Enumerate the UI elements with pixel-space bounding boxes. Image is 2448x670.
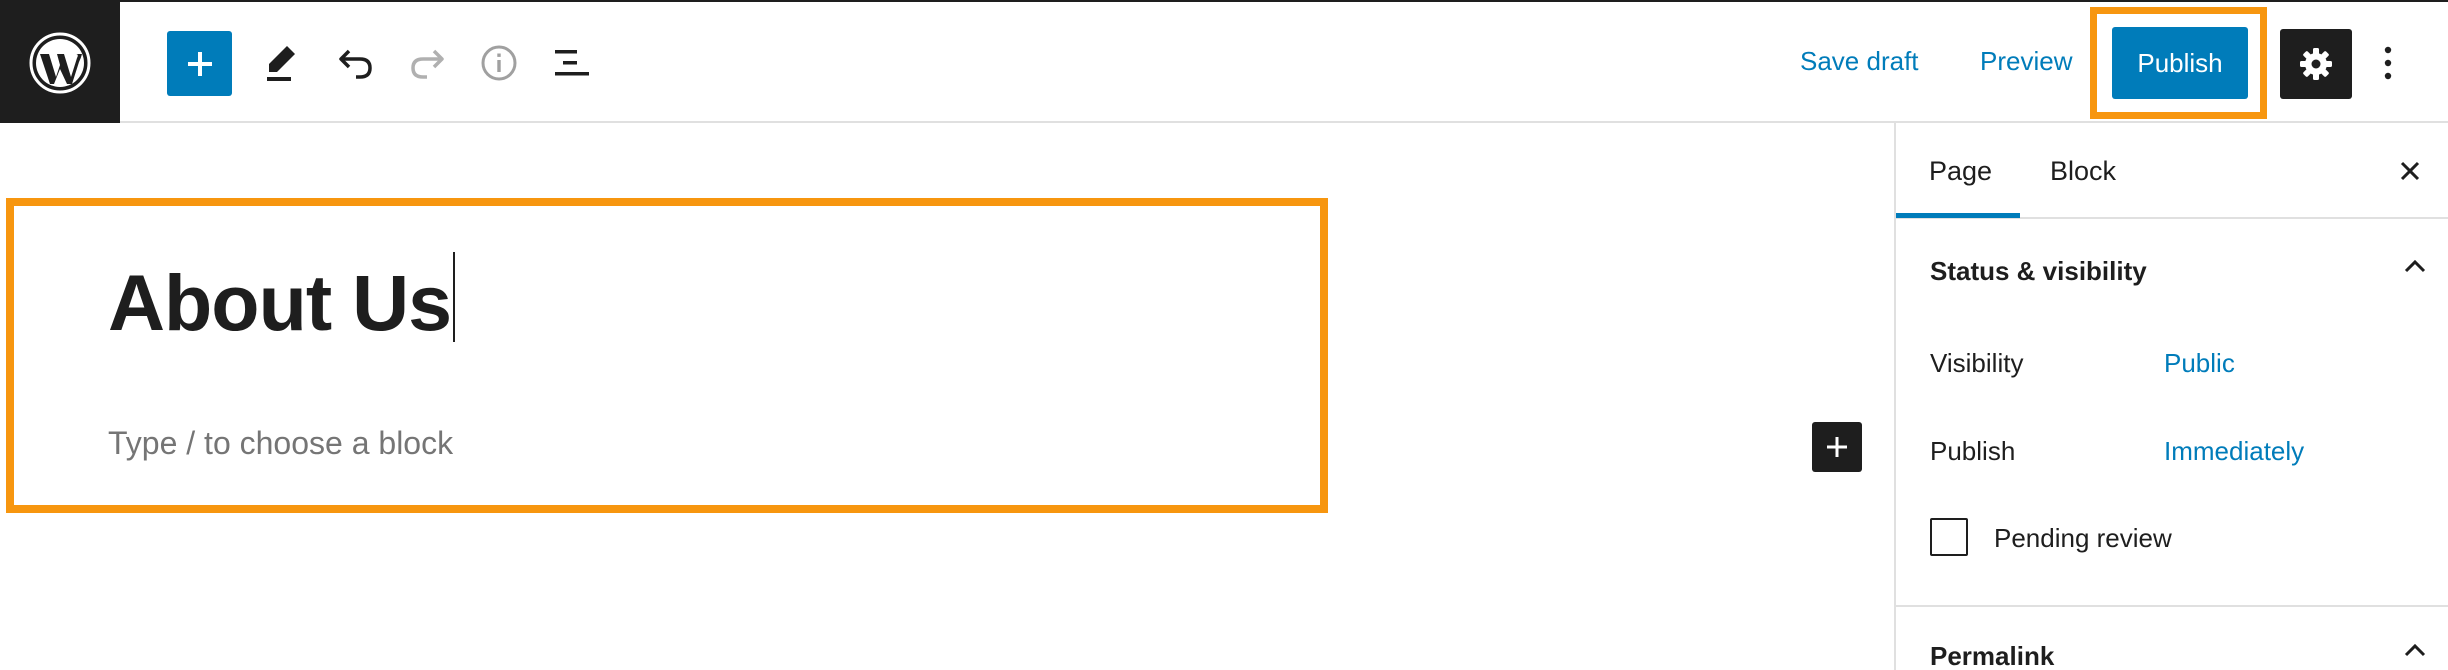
visibility-label: Visibility xyxy=(1930,348,2024,378)
list-view-button[interactable] xyxy=(542,33,602,93)
publish-date-button[interactable]: Immediately xyxy=(2164,436,2304,467)
list-view-icon xyxy=(555,50,589,76)
tab-page[interactable]: Page xyxy=(1929,156,1992,187)
plus-icon xyxy=(187,51,212,76)
tools-button[interactable] xyxy=(252,33,312,93)
details-button[interactable] xyxy=(469,33,529,93)
permalink-panel-toggle[interactable]: Permalink xyxy=(1930,641,2054,670)
close-icon xyxy=(2400,161,2420,181)
sidebar-tabs: Page Block xyxy=(1896,123,2448,219)
publish-button[interactable]: Publish xyxy=(2112,27,2248,99)
post-title-text: About Us xyxy=(108,258,452,347)
redo-icon xyxy=(411,49,444,79)
pending-review-checkbox[interactable] xyxy=(1930,518,1968,556)
block-placeholder[interactable]: Type / to choose a block xyxy=(108,425,453,462)
settings-sidebar: Page Block Status & visibility Visibilit… xyxy=(1894,123,2448,670)
close-sidebar-button[interactable] xyxy=(2394,155,2426,187)
pencil-icon xyxy=(267,46,295,81)
text-caret xyxy=(453,252,456,342)
gear-icon xyxy=(2300,48,2332,80)
status-visibility-panel-toggle[interactable]: Status & visibility xyxy=(1930,256,2147,287)
redo-button[interactable] xyxy=(397,33,457,93)
inline-add-block-button[interactable] xyxy=(1812,422,1862,472)
add-block-button[interactable] xyxy=(167,31,232,96)
undo-button[interactable] xyxy=(326,33,386,93)
editor-header: Save draft Preview Publish xyxy=(0,0,2448,123)
options-button[interactable] xyxy=(2368,33,2408,93)
post-title-input[interactable]: About Us xyxy=(108,252,456,347)
settings-button[interactable] xyxy=(2280,29,2352,99)
tab-block[interactable]: Block xyxy=(2050,156,2116,187)
preview-button[interactable]: Preview xyxy=(1980,46,2072,77)
chevron-up-icon[interactable] xyxy=(2400,635,2430,665)
pending-review-label[interactable]: Pending review xyxy=(1994,523,2172,554)
chevron-up-icon[interactable] xyxy=(2400,251,2430,281)
info-icon xyxy=(481,45,517,81)
active-tab-indicator xyxy=(1896,213,2020,218)
editor-highlight xyxy=(6,198,1328,513)
panel-divider xyxy=(1896,605,2448,607)
publish-label: Publish xyxy=(1930,436,2016,466)
undo-icon xyxy=(339,49,372,79)
save-draft-button[interactable]: Save draft xyxy=(1800,46,1919,77)
more-vertical-icon xyxy=(2384,46,2392,80)
visibility-value-button[interactable]: Public xyxy=(2164,348,2235,379)
plus-icon xyxy=(1827,437,1847,457)
wordpress-logo-icon[interactable] xyxy=(0,2,120,123)
